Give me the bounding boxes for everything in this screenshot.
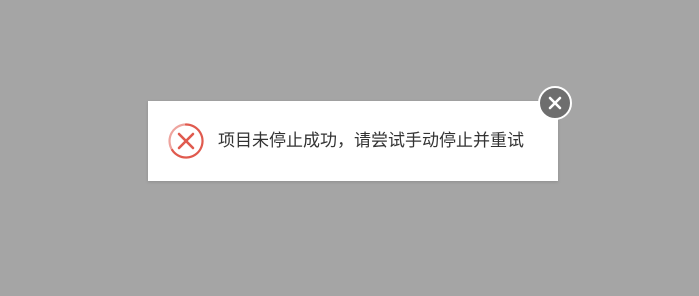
close-button[interactable] bbox=[538, 86, 572, 120]
error-message: 项目未停止成功，请尝试手动停止并重试 bbox=[218, 131, 524, 151]
error-circle-x-icon bbox=[167, 122, 205, 160]
error-dialog: 项目未停止成功，请尝试手动停止并重试 bbox=[148, 101, 558, 181]
close-icon bbox=[548, 96, 562, 110]
